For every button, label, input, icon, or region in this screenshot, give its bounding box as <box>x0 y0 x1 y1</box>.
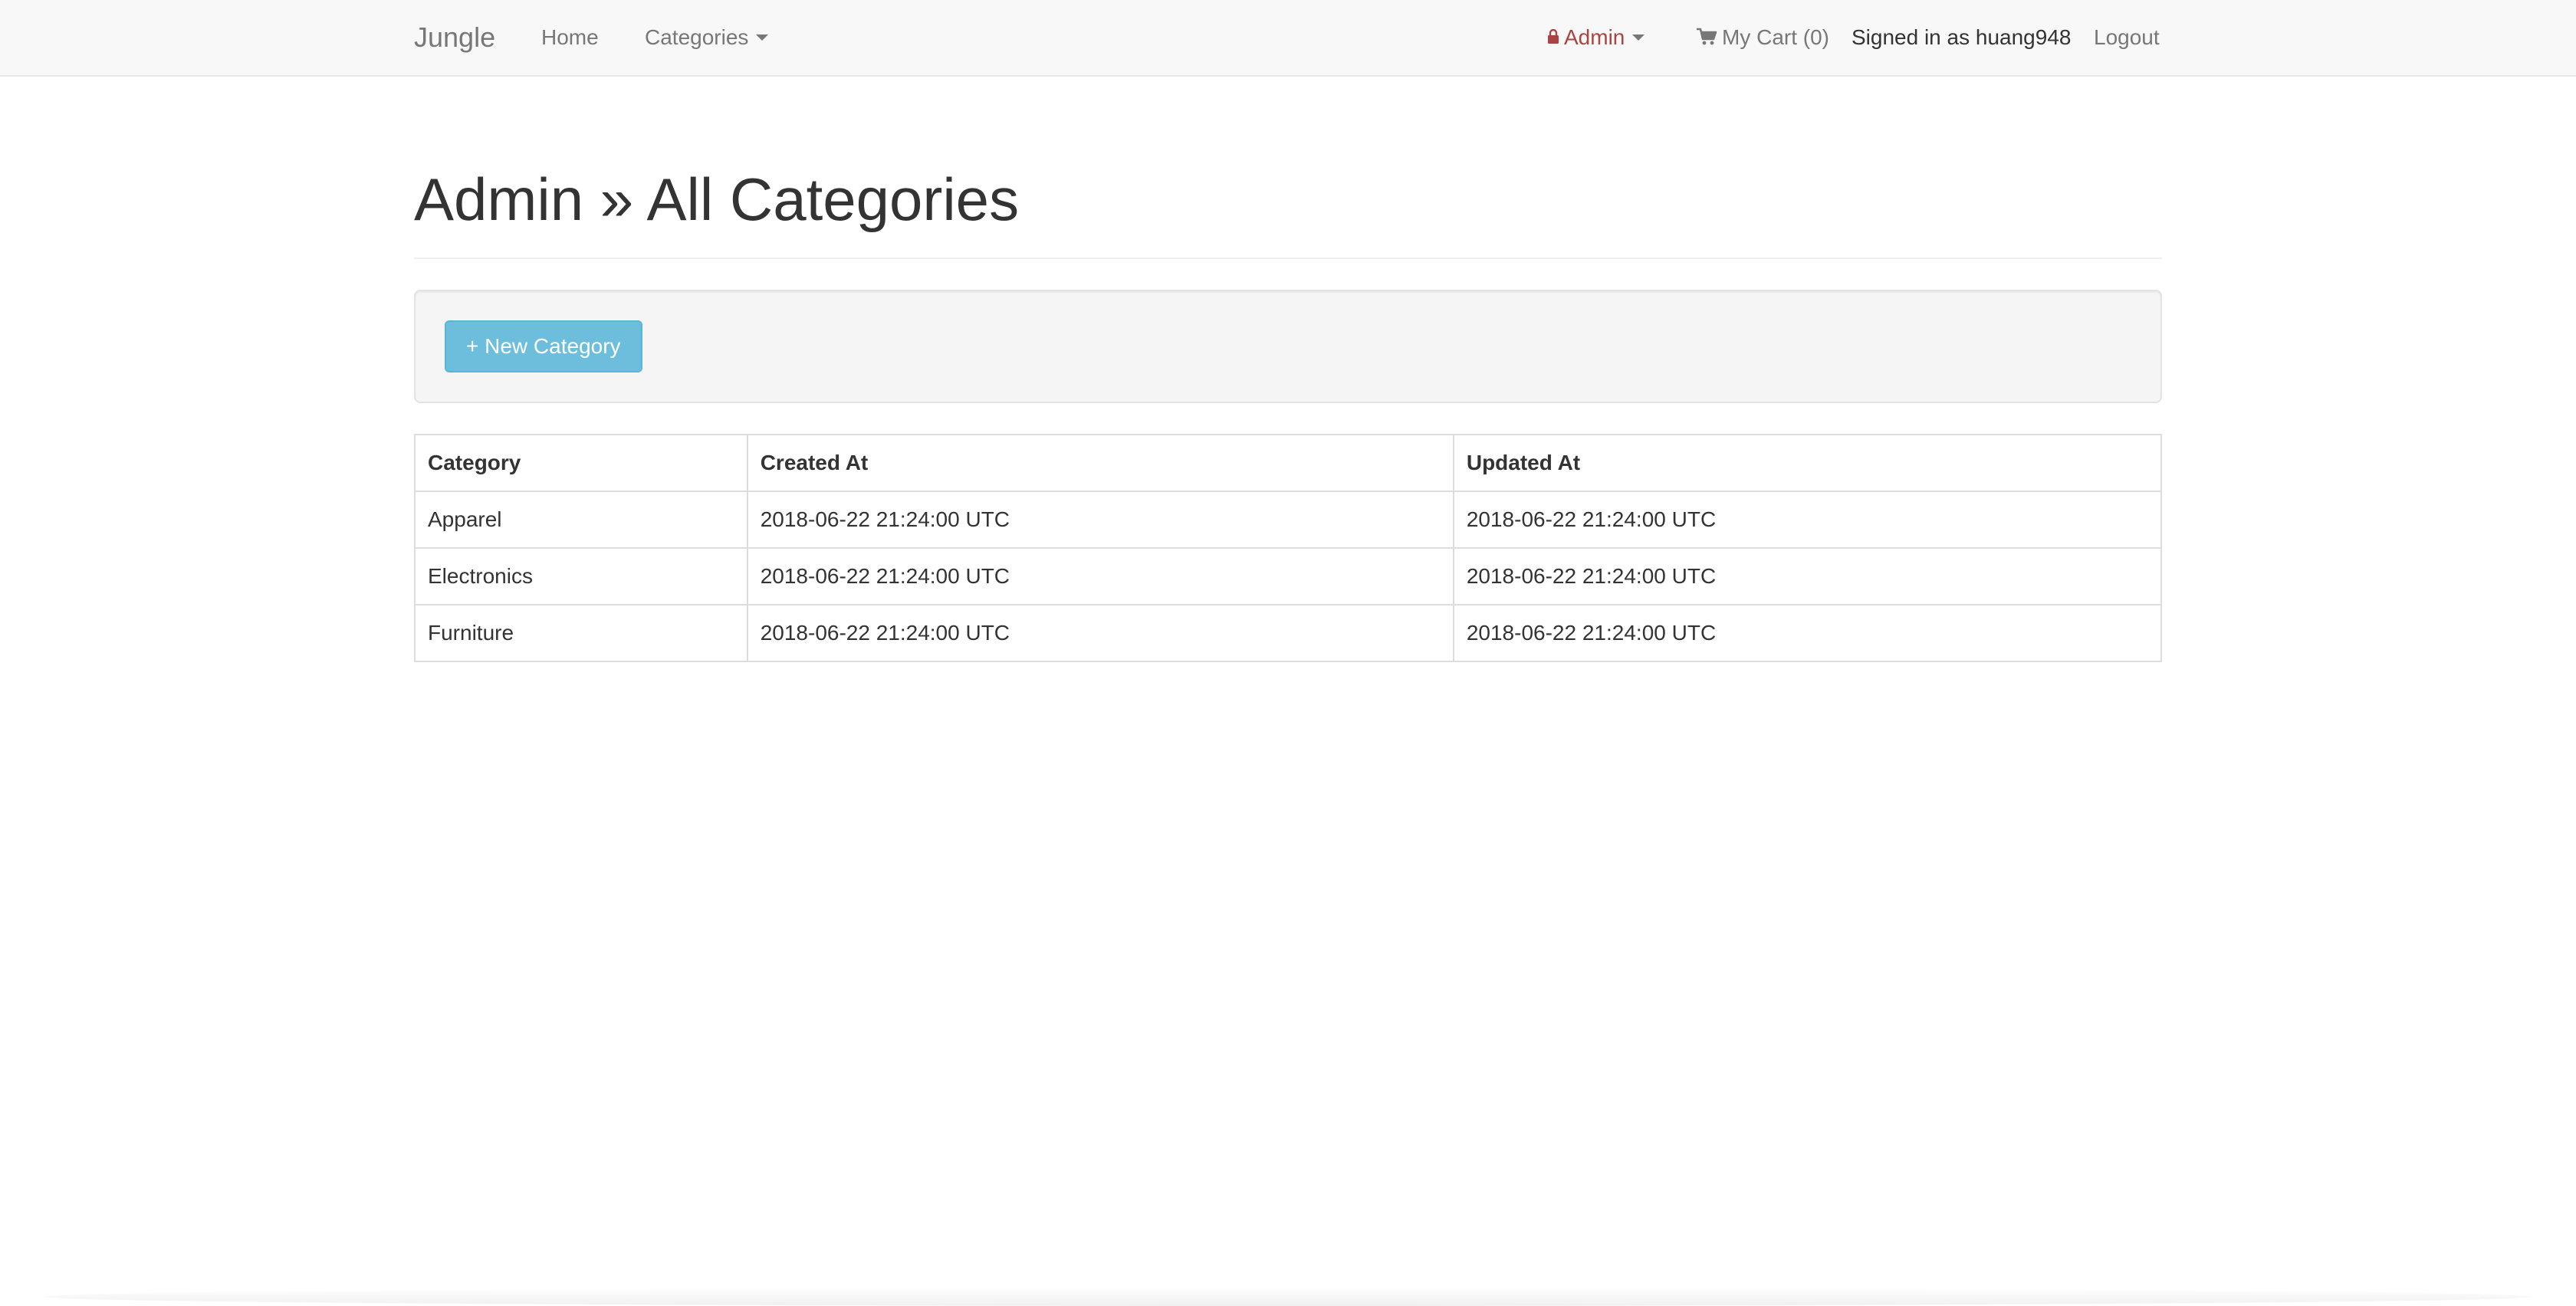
caret-down-icon <box>1632 34 1645 41</box>
header-created-at: Created At <box>746 434 1454 492</box>
nav-cart-label: My Cart (0) <box>1722 25 1829 49</box>
nav-categories-label: Categories <box>645 25 749 49</box>
window-bottom-shadow <box>46 1288 2530 1306</box>
table-row: Electronics 2018-06-22 21:24:00 UTC 2018… <box>414 547 2163 605</box>
nav-logout-link[interactable]: Logout <box>2094 0 2160 75</box>
header-category: Category <box>414 434 748 492</box>
nav-admin-dropdown[interactable]: Admin <box>1547 0 1645 75</box>
nav-admin-label: Admin <box>1564 25 1625 49</box>
cell-updated-at: 2018-06-22 21:24:00 UTC <box>1452 547 2163 605</box>
table-row: Furniture 2018-06-22 21:24:00 UTC 2018-0… <box>414 604 2163 662</box>
cell-updated-at: 2018-06-22 21:24:00 UTC <box>1452 491 2163 549</box>
categories-table: Category Created At Updated At Apparel 2… <box>414 434 2163 662</box>
lock-icon <box>1548 28 1559 44</box>
cell-category: Apparel <box>414 491 748 549</box>
top-navbar: Jungle Home Categories Admin My Cart (0)… <box>0 0 2576 77</box>
cell-updated-at: 2018-06-22 21:24:00 UTC <box>1452 604 2163 662</box>
table-header-row: Category Created At Updated At <box>414 434 2163 492</box>
cell-category: Furniture <box>414 604 748 662</box>
new-category-button[interactable]: + New Category <box>445 320 642 372</box>
signed-in-text: Signed in as huang948 <box>1852 25 2072 49</box>
toolbar-well: + New Category <box>414 290 2162 403</box>
header-updated-at: Updated At <box>1452 434 2163 492</box>
shopping-cart-icon <box>1697 28 1717 45</box>
table-row: Apparel 2018-06-22 21:24:00 UTC 2018-06-… <box>414 491 2163 549</box>
cell-created-at: 2018-06-22 21:24:00 UTC <box>746 491 1454 549</box>
nav-cart-link[interactable]: My Cart (0) <box>1696 0 1829 75</box>
nav-categories-dropdown[interactable]: Categories <box>645 0 769 75</box>
cell-created-at: 2018-06-22 21:24:00 UTC <box>746 604 1454 662</box>
caret-down-icon <box>756 34 769 41</box>
navbar-inner: Jungle Home Categories Admin My Cart (0)… <box>414 0 2162 77</box>
brand-link[interactable]: Jungle <box>414 0 495 75</box>
page-header: Admin » All Categories <box>414 161 2162 259</box>
cell-created-at: 2018-06-22 21:24:00 UTC <box>746 547 1454 605</box>
nav-home-link[interactable]: Home <box>541 0 599 75</box>
page-title: Admin » All Categories <box>414 166 1020 233</box>
cell-category: Electronics <box>414 547 748 605</box>
